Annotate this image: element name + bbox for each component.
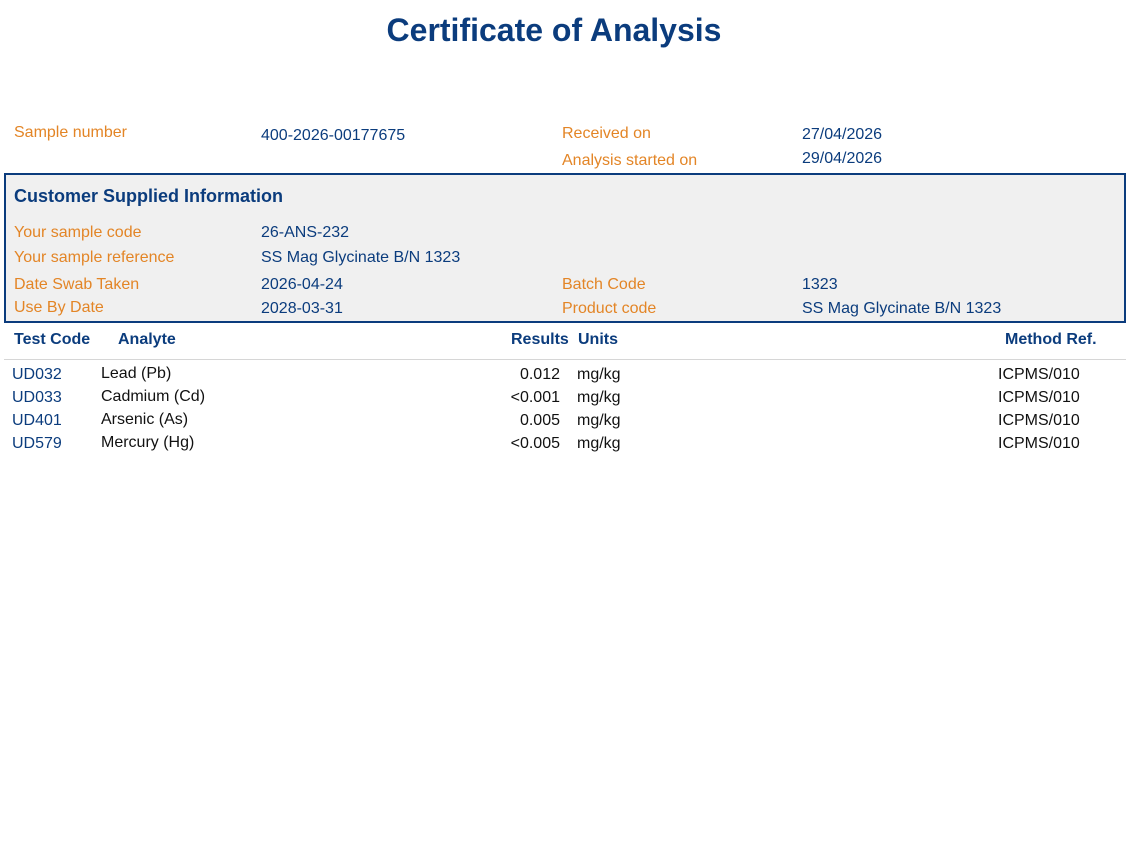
test-code: UD401 xyxy=(12,412,62,429)
result-value: <0.005 xyxy=(510,435,560,452)
customer-info-heading: Customer Supplied Information xyxy=(14,186,284,206)
units: mg/kg xyxy=(577,389,621,406)
units: mg/kg xyxy=(577,435,621,452)
date-swab-value: 2026-04-24 xyxy=(261,276,343,293)
batch-code-label: Batch Code xyxy=(562,276,646,293)
date-swab-label: Date Swab Taken xyxy=(14,276,140,293)
header-test-code: Test Code xyxy=(14,331,91,348)
page-title: Certificate of Analysis xyxy=(386,12,722,48)
header-analyte: Analyte xyxy=(118,331,176,348)
product-code-label: Product code xyxy=(562,300,657,317)
received-on-value: 27/04/2026 xyxy=(802,126,883,143)
analysis-started-value: 29/04/2026 xyxy=(802,150,883,167)
test-code: UD579 xyxy=(12,435,62,452)
header-divider xyxy=(4,359,1126,360)
sample-number-label: Sample number xyxy=(14,124,127,141)
result-value: <0.001 xyxy=(510,389,560,406)
received-on-label: Received on xyxy=(562,125,651,142)
result-value: 0.005 xyxy=(519,412,560,429)
units: mg/kg xyxy=(577,412,621,429)
analyte: Mercury (Hg) xyxy=(101,434,195,451)
sample-reference-label: Your sample reference xyxy=(14,249,175,266)
use-by-value: 2028-03-31 xyxy=(261,300,343,317)
header-method-ref: Method Ref. xyxy=(1005,331,1097,348)
units: mg/kg xyxy=(577,366,621,383)
product-code-value: SS Mag Glycinate B/N 1323 xyxy=(802,300,1002,317)
header-results: Results xyxy=(511,331,569,348)
analyte: Cadmium (Cd) xyxy=(101,388,206,405)
use-by-label: Use By Date xyxy=(14,299,104,316)
sample-number-value: 400-2026-00177675 xyxy=(261,127,406,144)
analyte: Lead (Pb) xyxy=(101,365,172,382)
batch-code-value: 1323 xyxy=(802,276,838,293)
test-code: UD033 xyxy=(12,389,62,406)
analysis-started-label: Analysis started on xyxy=(562,152,698,169)
test-code: UD032 xyxy=(12,366,62,383)
method-ref: ICPMS/010 xyxy=(998,412,1080,429)
sample-code-label: Your sample code xyxy=(14,224,142,241)
method-ref: ICPMS/010 xyxy=(998,389,1080,406)
sample-reference-value: SS Mag Glycinate B/N 1323 xyxy=(261,249,461,266)
method-ref: ICPMS/010 xyxy=(998,366,1080,383)
analyte: Arsenic (As) xyxy=(101,411,189,428)
result-value: 0.012 xyxy=(519,366,560,383)
header-units: Units xyxy=(578,331,618,348)
method-ref: ICPMS/010 xyxy=(998,435,1080,452)
sample-code-value: 26-ANS-232 xyxy=(261,224,350,241)
